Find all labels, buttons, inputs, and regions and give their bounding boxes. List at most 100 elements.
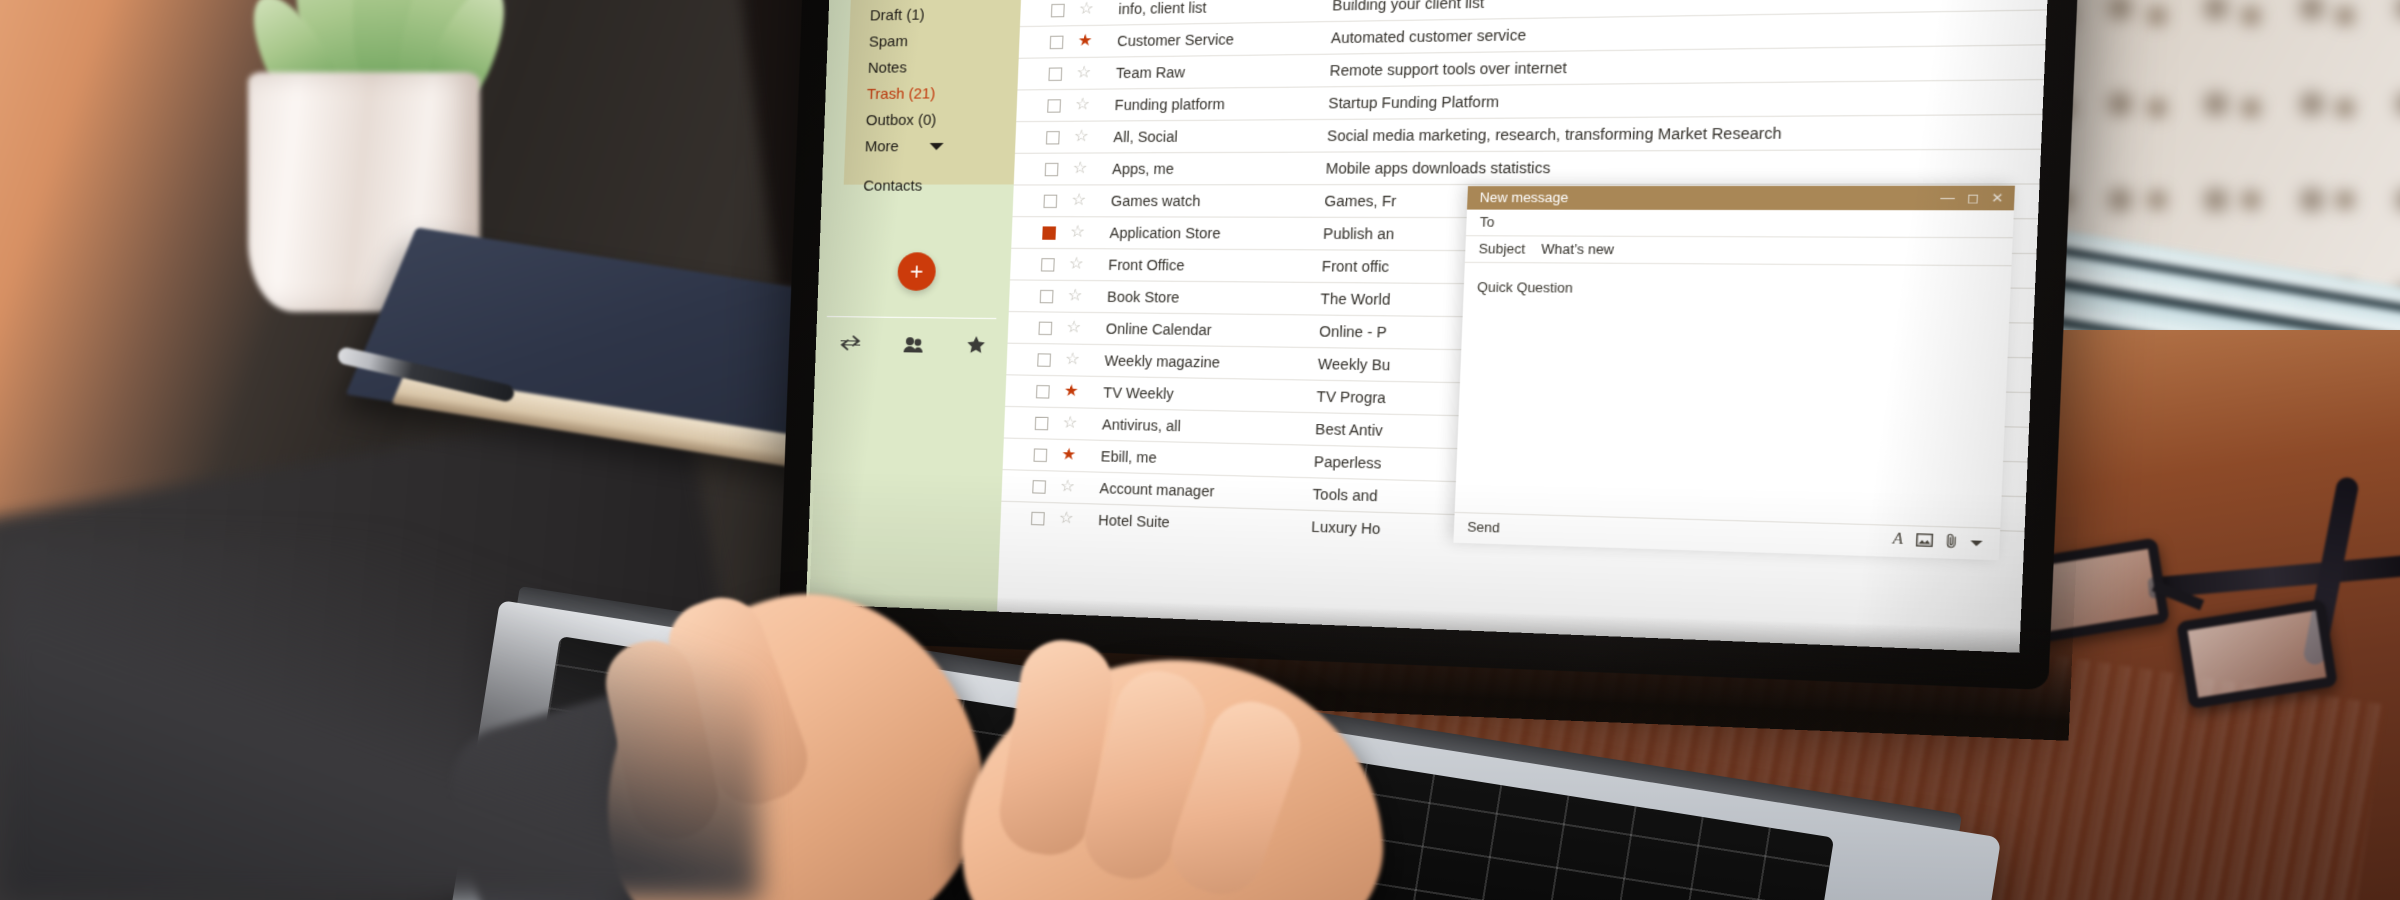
row-checkbox[interactable]	[1049, 35, 1064, 49]
row-checkbox[interactable]	[1048, 66, 1063, 81]
star-outline-icon[interactable]: ☆	[1069, 255, 1084, 273]
sidebar-item-notes[interactable]: Notes	[867, 59, 1019, 77]
compose-body-text: Quick Question	[1476, 280, 1574, 296]
star-filled-icon[interactable]: ★	[1077, 32, 1092, 50]
close-icon[interactable]: ✕	[1991, 190, 2004, 206]
row-checkbox[interactable]	[1039, 289, 1054, 303]
row-sender: Hotel Suite	[1098, 511, 1170, 531]
row-checkbox[interactable]	[1033, 447, 1048, 462]
row-sender: Games watch	[1110, 192, 1201, 210]
compose-subject-value: What’s new	[1540, 241, 1615, 258]
row-sender: Antivirus, all	[1101, 416, 1182, 435]
compose-tool-row: A	[1892, 531, 1983, 553]
star-outline-icon[interactable]: ☆	[1059, 510, 1074, 528]
row-checkbox[interactable]	[1032, 479, 1047, 494]
compose-title-bar: New message — ◻ ✕	[1467, 185, 2015, 211]
row-subject: The World	[1320, 290, 1391, 308]
row-sender: Application Store	[1109, 224, 1221, 242]
row-subject: Games, Fr	[1324, 192, 1397, 210]
laptop-screen: Compose Inbox (22) Send Draft (1) Spam	[806, 0, 2054, 653]
compose-body[interactable]: Quick Question	[1455, 263, 2012, 528]
row-subject: Startup Funding Platform	[1328, 93, 1500, 112]
sidebar-item-contacts[interactable]: Contacts	[863, 177, 1014, 194]
eyeglasses-lens-right	[2176, 598, 2338, 710]
row-checkbox[interactable]	[1037, 352, 1052, 367]
row-checkbox[interactable]	[1043, 194, 1058, 208]
sidebar-item-trash[interactable]: Trash (21)	[867, 85, 1018, 103]
compose-window[interactable]: New message — ◻ ✕ To Subject What’s new	[1453, 185, 2015, 561]
sidebar-item-label: Draft (1)	[869, 6, 925, 25]
star-outline-icon[interactable]: ☆	[1076, 64, 1091, 82]
compose-window-controls: — ◻ ✕	[1940, 190, 2004, 206]
compose-subject-field[interactable]: Subject What’s new	[1464, 236, 2013, 267]
star-outline-icon[interactable]: ☆	[1070, 223, 1085, 241]
row-checkbox[interactable]	[1040, 257, 1055, 272]
sidebar-item-label: Outbox (0)	[865, 111, 937, 130]
format-text-icon[interactable]: A	[1892, 531, 1903, 549]
more-options-caret-icon[interactable]	[1970, 539, 1983, 546]
star-icon[interactable]	[966, 335, 986, 359]
table-row[interactable]: ☆ Apps, me Mobile apps downloads statistic…	[1013, 148, 2042, 185]
row-checkbox[interactable]	[1050, 3, 1065, 17]
attach-file-icon[interactable]	[1946, 532, 1958, 551]
row-checkbox[interactable]	[1034, 416, 1049, 430]
row-checkbox[interactable]	[1035, 384, 1050, 399]
row-checkbox[interactable]	[1044, 162, 1059, 176]
row-subject: Remote support tools over internet	[1329, 59, 1568, 79]
star-outline-icon[interactable]: ☆	[1062, 414, 1077, 432]
star-outline-icon[interactable]: ☆	[1067, 287, 1082, 305]
row-subject: Tools and	[1312, 485, 1378, 505]
sidebar-item-spam[interactable]: Spam	[868, 32, 1020, 51]
star-outline-icon[interactable]: ☆	[1072, 160, 1087, 178]
row-sender: Account manager	[1099, 479, 1215, 500]
star-outline-icon[interactable]: ☆	[1079, 0, 1094, 18]
row-checkbox[interactable]	[1031, 511, 1045, 525]
send-button[interactable]: Send	[1467, 520, 1500, 536]
row-sender: Online Calendar	[1105, 320, 1213, 339]
star-outline-icon[interactable]: ☆	[1071, 192, 1086, 209]
row-sender: Book Store	[1106, 288, 1180, 306]
table-row[interactable]: ☆ All, Social Social media marketing, rese…	[1014, 113, 2043, 153]
compose-to-field[interactable]: To	[1465, 209, 2014, 239]
row-sender: Apps, me	[1111, 160, 1175, 178]
star-filled-icon[interactable]: ★	[1064, 382, 1079, 400]
star-outline-icon[interactable]: ☆	[1066, 319, 1081, 337]
row-sender: Customer Service	[1116, 30, 1235, 50]
row-sender: info, client list	[1118, 0, 1207, 18]
row-subject: Mobile apps downloads statistics	[1325, 159, 1551, 177]
sidebar-item-label: More	[864, 138, 900, 156]
chevron-down-icon[interactable]	[929, 142, 944, 151]
sidebar-item-draft[interactable]: Draft (1)	[870, 6, 1021, 24]
row-subject: Weekly Bu	[1317, 355, 1391, 374]
star-outline-icon[interactable]: ☆	[1074, 128, 1089, 146]
compose-subject-label: Subject	[1478, 241, 1526, 257]
sidebar-bottom-divider	[826, 316, 997, 320]
insert-image-icon[interactable]	[1916, 533, 1934, 550]
star-outline-icon[interactable]: ☆	[1060, 478, 1075, 496]
star-outline-icon[interactable]: ☆	[1075, 96, 1090, 114]
row-checkbox[interactable]	[1038, 321, 1053, 335]
row-subject: Best Antiv	[1315, 420, 1384, 439]
row-sender: All, Social	[1113, 128, 1178, 146]
contacts-people-icon[interactable]	[902, 336, 925, 358]
email-client-app: Compose Inbox (22) Send Draft (1) Spam	[806, 0, 2054, 653]
sidebar-item-more[interactable]: More	[864, 138, 1016, 156]
row-subject: Social media marketing, research, transf…	[1326, 124, 1782, 145]
sidebar: Compose Inbox (22) Send Draft (1) Spam	[806, 0, 1025, 612]
row-checkbox[interactable]	[1042, 225, 1057, 240]
sidebar-item-outbox[interactable]: Outbox (0)	[865, 111, 1017, 130]
row-sender: TV Weekly	[1103, 384, 1174, 403]
plus-icon: +	[909, 257, 924, 285]
maximize-icon[interactable]: ◻	[1967, 190, 1980, 206]
row-checkbox[interactable]	[1047, 98, 1062, 113]
new-mail-fab-button[interactable]: +	[896, 252, 937, 291]
row-sender: Funding platform	[1114, 95, 1226, 114]
row-subject: TV Progra	[1316, 388, 1387, 407]
row-checkbox[interactable]	[1045, 130, 1060, 144]
star-outline-icon[interactable]: ☆	[1065, 351, 1080, 369]
minimize-icon[interactable]: —	[1940, 190, 1955, 206]
sidebar-item-label: Notes	[867, 59, 908, 77]
transfer-arrows-icon[interactable]	[839, 334, 861, 356]
star-filled-icon[interactable]: ★	[1061, 446, 1076, 464]
sidebar-item-label: Spam	[868, 32, 909, 51]
